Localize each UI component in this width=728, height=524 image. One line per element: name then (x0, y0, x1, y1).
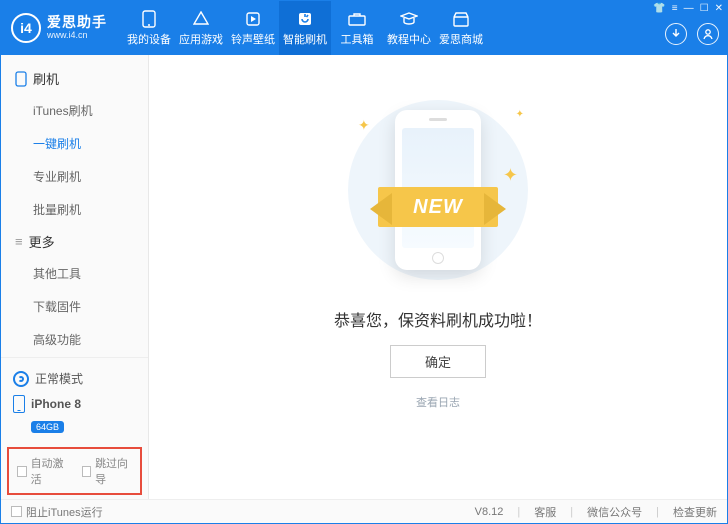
footer-link-support[interactable]: 客服 (534, 504, 556, 520)
nav-my-device[interactable]: 我的设备 (123, 1, 175, 55)
sidebar-item-oneclick-flash[interactable]: 一键刷机 (33, 127, 148, 160)
nav-tutorial[interactable]: 教程中心 (383, 1, 435, 55)
logo-mark: i4 (11, 13, 41, 43)
statusbar: 阻止iTunes运行 V8.12 | 客服 | 微信公众号 | 检查更新 (1, 499, 727, 523)
storage-badge: 64GB (31, 421, 64, 433)
separator: | (517, 506, 520, 518)
sidebar-item-advanced[interactable]: 高级功能 (33, 323, 148, 356)
ok-button[interactable]: 确定 (390, 345, 486, 378)
check-label: 阻止iTunes运行 (26, 504, 103, 520)
flash-icon (296, 10, 314, 28)
tshirt-icon[interactable]: 👕 (653, 3, 665, 14)
highlighted-checks: 自动激活 跳过向导 (7, 447, 142, 495)
sidebar-group-flash[interactable]: 刷机 (1, 63, 148, 94)
sidebar-item-other-tools[interactable]: 其他工具 (33, 257, 148, 290)
hamburger-icon: ≡ (15, 234, 23, 249)
check-label: 自动激活 (31, 455, 68, 487)
new-ribbon: NEW (358, 187, 518, 231)
sidebar-group-more[interactable]: ≡ 更多 (1, 226, 148, 257)
check-block-itunes[interactable]: 阻止iTunes运行 (11, 504, 103, 520)
download-button[interactable] (665, 23, 687, 45)
top-nav: 我的设备 应用游戏 铃声壁纸 智能刷机 工具箱 教程中心 (123, 1, 487, 55)
check-auto-activate[interactable]: 自动激活 (17, 455, 68, 487)
titlebar: i4 爱思助手 www.i4.cn 我的设备 应用游戏 铃声壁纸 智能刷机 (1, 1, 727, 55)
phone-icon (15, 71, 27, 87)
checkbox-icon (82, 466, 92, 477)
sidebar: 刷机 iTunes刷机 一键刷机 专业刷机 批量刷机 ≡ 更多 其他工具 下载固… (1, 55, 149, 499)
group-title: 刷机 (33, 69, 59, 88)
close-icon[interactable]: ✕ (715, 3, 723, 14)
version-label: V8.12 (475, 506, 504, 518)
check-skip-guide[interactable]: 跳过向导 (82, 455, 133, 487)
sparkle-icon: ✦ (358, 117, 370, 134)
nav-store[interactable]: 爱思商城 (435, 1, 487, 55)
sparkle-icon: ✦ (503, 165, 518, 186)
menu-icon[interactable]: ≡ (672, 3, 678, 14)
logo-cn: 爱思助手 (47, 15, 107, 30)
sidebar-item-pro-flash[interactable]: 专业刷机 (33, 160, 148, 193)
maximize-icon[interactable]: ☐ (700, 3, 709, 14)
window-controls: 👕 ≡ — ☐ ✕ (653, 3, 723, 14)
store-icon (452, 10, 470, 28)
sidebar-item-batch-flash[interactable]: 批量刷机 (33, 193, 148, 226)
nav-label: 教程中心 (387, 31, 431, 47)
checkbox-icon (17, 466, 27, 477)
device-row[interactable]: iPhone 8 (11, 391, 138, 417)
ribbon-text: NEW (378, 187, 498, 227)
sidebar-item-download-firmware[interactable]: 下载固件 (33, 290, 148, 323)
main-content: ✦ ✦ ✦ NEW 恭喜您，保资料刷机成功啦！ 确定 查看日志 (149, 55, 727, 499)
footer-link-update[interactable]: 检查更新 (673, 504, 717, 520)
mode-label: 正常模式 (35, 370, 83, 387)
nav-label: 智能刷机 (283, 31, 327, 47)
success-illustration: ✦ ✦ ✦ NEW (328, 95, 548, 285)
mode-icon (13, 371, 29, 387)
user-button[interactable] (697, 23, 719, 45)
footer-link-wechat[interactable]: 微信公众号 (587, 504, 642, 520)
separator: | (570, 506, 573, 518)
group-title: 更多 (29, 232, 55, 251)
logo-url: www.i4.cn (47, 31, 107, 41)
minimize-icon[interactable]: — (684, 3, 694, 14)
nav-flash[interactable]: 智能刷机 (279, 1, 331, 55)
tutorial-icon (400, 10, 418, 28)
check-label: 跳过向导 (95, 455, 132, 487)
nav-label: 应用游戏 (179, 31, 223, 47)
toolbox-icon (348, 10, 366, 28)
apps-icon (192, 10, 210, 28)
device-storage-row: 64GB (11, 419, 138, 433)
nav-label: 铃声壁纸 (231, 31, 275, 47)
separator: | (656, 506, 659, 518)
phone-small-icon (13, 395, 25, 413)
checkbox-icon (11, 506, 22, 517)
sparkle-icon: ✦ (516, 109, 524, 120)
device-icon (140, 10, 158, 28)
device-name: iPhone 8 (31, 397, 81, 411)
sidebar-item-itunes-flash[interactable]: iTunes刷机 (33, 94, 148, 127)
ringtone-icon (244, 10, 262, 28)
mode-row[interactable]: 正常模式 (11, 366, 138, 391)
logo: i4 爱思助手 www.i4.cn (1, 1, 117, 55)
nav-label: 工具箱 (341, 31, 374, 47)
nav-label: 爱思商城 (439, 31, 483, 47)
view-log-link[interactable]: 查看日志 (416, 394, 460, 410)
nav-label: 我的设备 (127, 31, 171, 47)
nav-ringtone[interactable]: 铃声壁纸 (227, 1, 279, 55)
nav-toolbox[interactable]: 工具箱 (331, 1, 383, 55)
success-message: 恭喜您，保资料刷机成功啦！ (334, 307, 542, 331)
nav-apps[interactable]: 应用游戏 (175, 1, 227, 55)
